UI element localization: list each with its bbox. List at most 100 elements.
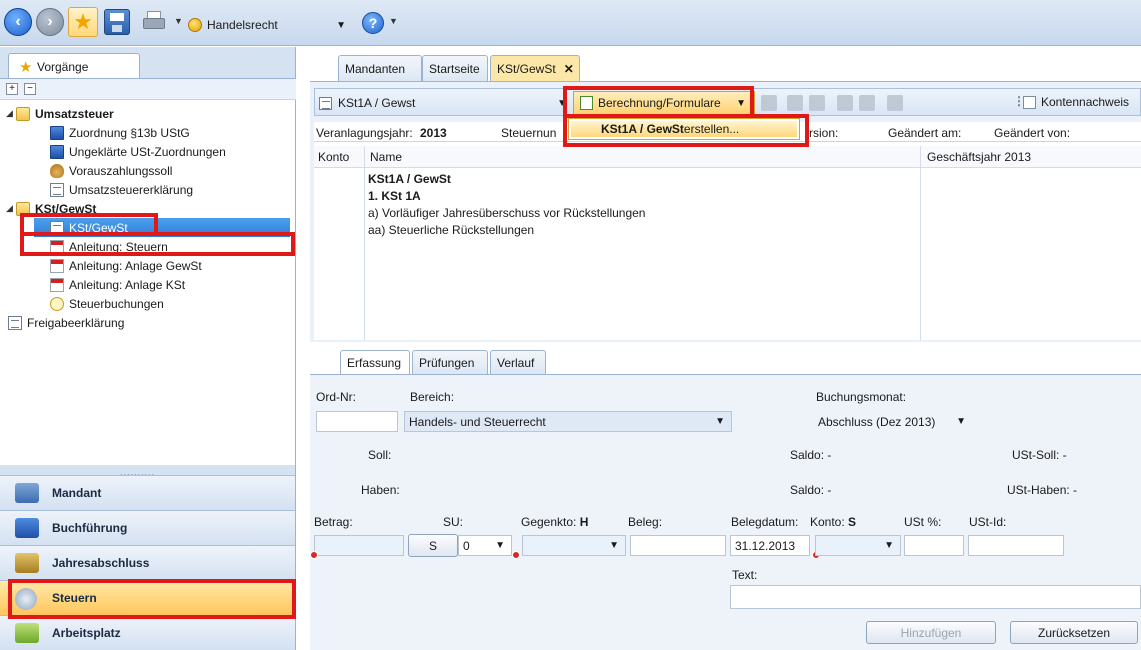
beleg-label: Beleg: [628, 515, 663, 529]
disabled-tool-icon[interactable] [837, 95, 853, 111]
tab-verlauf[interactable]: Verlauf [490, 350, 546, 374]
close-icon[interactable]: ✕ [564, 62, 574, 76]
print-dropdown-arrow-icon[interactable]: ▼ [174, 16, 183, 26]
collapse-all-icon[interactable]: − [24, 83, 36, 95]
su-value: 0 [463, 538, 470, 553]
belegdatum-value: 31.12.2013 [735, 538, 796, 553]
ord-nr-label: Ord-Nr: [316, 390, 356, 404]
back-icon[interactable]: ‹ [4, 8, 32, 36]
add-button[interactable]: Hinzufügen [866, 621, 996, 644]
tree-item-steuerbuchungen[interactable]: Steuerbuchungen [50, 294, 164, 313]
form-icon [50, 182, 64, 197]
ust-pct-input[interactable] [904, 535, 964, 556]
s-button[interactable]: S [408, 534, 458, 557]
year-value: 2013 [420, 126, 447, 140]
tree-item-freigabeerklaerung[interactable]: Freigabeerklärung [8, 313, 124, 332]
disabled-tool-icon[interactable] [809, 95, 825, 111]
tree-item-label: Umsatzsteuer [35, 106, 114, 121]
tree-item-anleitung-steuern[interactable]: Anleitung: Steuern [50, 237, 168, 256]
tree-item-kst-gewst-folder[interactable]: KSt/GewSt [16, 199, 96, 218]
text-input[interactable] [730, 585, 1141, 609]
form-grid: Konto Name Geschäftsjahr 2013 KSt1A / Ge… [314, 142, 1141, 340]
nav-mandant[interactable]: Mandant [0, 475, 295, 510]
disabled-tool-icon[interactable] [761, 95, 777, 111]
bereich-select[interactable]: Handels- und Steuerrecht ▼ [404, 411, 732, 432]
tree-item-anleitung-gewst[interactable]: Anleitung: Anlage GewSt [50, 256, 202, 275]
nav-label: Arbeitsplatz [52, 626, 121, 640]
tree-tools: + − [0, 78, 296, 100]
profile-icon [188, 18, 202, 32]
menu-item-create-kst1a[interactable]: KSt1A / GewSt erstellen... [571, 121, 797, 137]
tab-label: KSt/GewSt [497, 61, 556, 76]
col-konto[interactable]: Konto [318, 150, 349, 164]
tree-item-vorauszahlungssoll[interactable]: Vorauszahlungssoll [50, 161, 172, 180]
ord-nr-input[interactable] [316, 411, 398, 432]
tree-item-label: Vorauszahlungssoll [69, 163, 173, 178]
reset-button[interactable]: Zurücksetzen [1010, 621, 1138, 644]
grid-line: a) Vorläufiger Jahresüberschuss vor Rück… [368, 206, 646, 220]
nav-label: Mandant [52, 486, 102, 500]
menu-item-bold: KSt1A / GewSt [601, 122, 684, 136]
help-icon[interactable]: ? [362, 12, 384, 34]
version-label: rsion: [809, 126, 839, 140]
grid-line: aa) Steuerliche Rückstellungen [368, 223, 535, 237]
nav-buchfuehrung[interactable]: Buchführung [0, 510, 295, 545]
collapse-arrow-icon[interactable]: ◢ [6, 108, 13, 119]
betrag-input[interactable] [314, 535, 404, 556]
tree-item-ungeklaerte[interactable]: Ungeklärte USt-Zuordnungen [50, 142, 226, 161]
expand-all-icon[interactable]: + [6, 83, 18, 95]
help-dropdown-arrow-icon[interactable]: ▼ [389, 16, 398, 26]
tree-item-kst-gewst-selected[interactable]: KSt/GewSt [34, 218, 290, 237]
save-icon[interactable] [104, 9, 130, 35]
col-name[interactable]: Name [370, 150, 402, 164]
tab-startseite[interactable]: Startseite [422, 55, 488, 81]
buchungsmonat-select[interactable]: Abschluss (Dez 2013) ▼ [813, 411, 979, 432]
konto-select[interactable]: ▼ [815, 535, 901, 556]
refresh-icon[interactable] [787, 95, 803, 111]
nav-arbeitsplatz[interactable]: Arbeitsplatz [0, 615, 295, 650]
tab-vorgaenge[interactable]: ★ Vorgänge [8, 53, 140, 79]
print-icon[interactable] [140, 10, 168, 34]
favorites-star-icon[interactable]: ★ [68, 7, 98, 37]
play-icon[interactable] [859, 95, 875, 111]
tree-item-umsatzsteuererklaerung[interactable]: Umsatzsteuererklärung [50, 180, 193, 199]
tree-item-umsatzsteuer[interactable]: Umsatzsteuer [16, 104, 114, 123]
soll-label: Soll: [368, 448, 392, 462]
tree-item-anleitung-kst[interactable]: Anleitung: Anlage KSt [50, 275, 185, 294]
ust-id-input[interactable] [968, 535, 1064, 556]
collapse-arrow-icon[interactable]: ◢ [6, 203, 13, 214]
main-toolbar: ‹ › ★ ▼ Handelsrecht ▼ ? ▼ [0, 0, 1141, 46]
su-select[interactable]: 0 ▼ [458, 535, 512, 556]
tab-erfassung[interactable]: Erfassung [340, 350, 410, 374]
nav-jahresabschluss[interactable]: Jahresabschluss [0, 545, 295, 580]
tree-item-label: Freigabeerklärung [27, 315, 125, 330]
gegenkto-label: Gegenkto: H [521, 515, 589, 529]
kontennachweis-checkbox[interactable]: Kontennachweis [1023, 95, 1129, 109]
disabled-tool-icon[interactable] [887, 95, 903, 111]
tab-kst-gewst[interactable]: KSt/GewSt ✕ [490, 55, 580, 81]
money-bag-icon [50, 163, 64, 178]
tree-item-zuordnung[interactable]: Zuordnung §13b UStG [50, 123, 190, 142]
beleg-input[interactable] [630, 535, 726, 556]
document-select[interactable]: KSt1A / Gewst ▼ [319, 93, 567, 113]
profile-select[interactable]: Handelsrecht ▼ [188, 15, 346, 35]
clock-icon [50, 296, 64, 311]
calc-forms-dropdown: KSt1A / GewSt erstellen... [568, 118, 800, 140]
col-year[interactable]: Geschäftsjahr 2013 [927, 150, 1031, 164]
nav-steuern[interactable]: Steuern [0, 580, 295, 615]
form-icon [8, 315, 22, 330]
profile-select-label: Handelsrecht [207, 18, 278, 32]
ust-soll: USt-Soll: - [1012, 448, 1067, 462]
calculation-forms-menu-button[interactable]: Berechnung/Formulare ▼ [573, 91, 755, 115]
checkbox-box[interactable] [1023, 95, 1036, 109]
saldo-soll: Saldo: - [790, 448, 832, 462]
calculator-icon [580, 96, 593, 110]
chevron-down-icon: ▼ [884, 540, 894, 551]
tree-item-label: Anleitung: Steuern [69, 239, 168, 254]
tab-pruefungen[interactable]: Prüfungen [412, 350, 488, 374]
tab-mandanten[interactable]: Mandanten [338, 55, 422, 81]
table-icon [15, 483, 39, 503]
forward-icon[interactable]: › [36, 8, 64, 36]
belegdatum-input[interactable]: 31.12.2013 [730, 535, 810, 556]
gegenkto-select[interactable]: ▼ [522, 535, 626, 556]
